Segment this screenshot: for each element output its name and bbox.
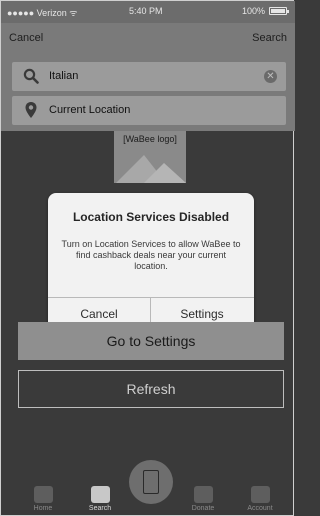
tab-search[interactable]: Search <box>78 486 122 516</box>
search-query: Italian <box>49 70 79 82</box>
dialog-divider <box>48 297 254 298</box>
search-button[interactable]: Search <box>252 32 287 44</box>
home-icon <box>33 486 53 503</box>
tab-home-label: Home <box>33 505 53 512</box>
phone-icon <box>143 470 159 494</box>
tab-search-label: Search <box>88 505 112 512</box>
tab-donate-label: Donate <box>191 505 215 512</box>
carrier-signal: ●●●●● Verizon ᯤ <box>7 8 78 18</box>
dialog-settings-button[interactable]: Settings <box>151 307 253 321</box>
tab-account[interactable]: Account <box>238 486 282 516</box>
dialog-message: Turn on Location Services to allow WaBee… <box>61 239 241 271</box>
tab-donate[interactable]: Donate <box>181 486 225 516</box>
cancel-button[interactable]: Cancel <box>9 32 43 44</box>
dialog-title: Location Services Disabled <box>72 210 230 224</box>
go-to-settings-button[interactable]: Go to Settings <box>18 322 284 360</box>
location-input[interactable]: Current Location <box>12 96 286 125</box>
dialog-cancel-button[interactable]: Cancel <box>48 307 150 321</box>
app-screen: ●●●●● Verizon ᯤ 5:40 PM 100% Cancel Sear… <box>0 0 295 516</box>
logo-caption: [WaBee logo] <box>123 134 177 144</box>
account-icon <box>250 486 270 503</box>
search-header: Cancel Search Italian ✕ Current Location <box>1 23 295 131</box>
image-placeholder-icon <box>116 155 186 183</box>
search-tab-icon <box>90 486 110 503</box>
search-input[interactable]: Italian ✕ <box>12 62 286 91</box>
status-time: 5:40 PM <box>129 6 163 16</box>
tab-account-label: Account <box>247 505 273 512</box>
refresh-button[interactable]: Refresh <box>18 370 284 408</box>
search-icon <box>23 68 39 84</box>
donate-icon <box>193 486 213 503</box>
location-pin-icon <box>25 102 37 118</box>
center-action-button[interactable] <box>129 460 173 504</box>
status-bar: ●●●●● Verizon ᯤ 5:40 PM 100% <box>1 1 295 23</box>
battery-icon <box>269 7 289 15</box>
battery-percent: 100% <box>241 6 265 16</box>
tab-home[interactable]: Home <box>21 486 65 516</box>
location-alert-dialog: Location Services Disabled Turn on Locat… <box>48 193 254 331</box>
location-value: Current Location <box>49 104 131 116</box>
clear-icon[interactable]: ✕ <box>264 70 277 83</box>
logo-placeholder: [WaBee logo] <box>114 131 186 183</box>
